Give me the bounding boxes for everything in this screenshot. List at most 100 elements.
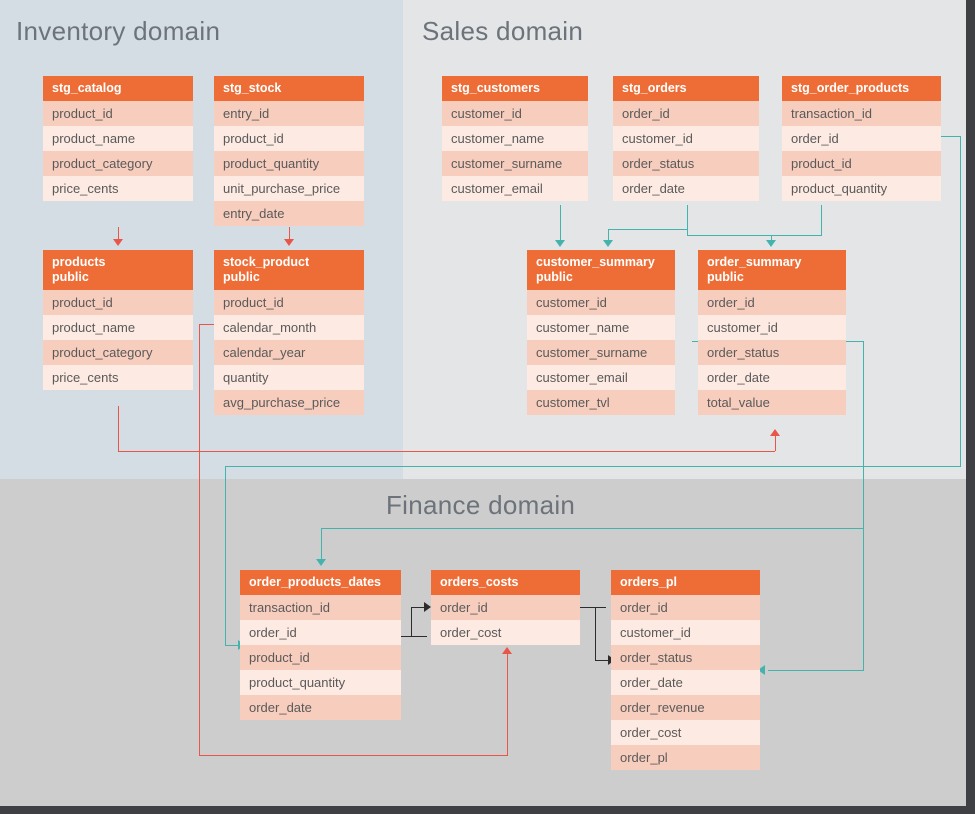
table-field: price_cents: [43, 365, 193, 390]
table-field: order_date: [698, 365, 846, 390]
entity-table-products[interactable]: products public product_id product_name …: [43, 250, 193, 390]
table-title: customer_summary: [536, 255, 655, 269]
arrowhead-stgstock-stockproduct: [284, 239, 294, 246]
connector-opd-orderscosts-v: [411, 607, 412, 637]
table-field: product_category: [43, 340, 193, 365]
connector-ordersummary-opd-h: [321, 528, 864, 529]
table-field: order_revenue: [611, 695, 760, 720]
entity-table-stock-product[interactable]: stock_product public product_id calendar…: [214, 250, 364, 415]
connector-products-ordersummary-h: [118, 451, 775, 452]
arrowhead-stockproduct-orderscosts: [502, 647, 512, 654]
table-field: order_pl: [611, 745, 760, 770]
table-header-products: products public: [43, 250, 193, 290]
table-title: orders_pl: [620, 575, 677, 589]
domain-title-sales: Sales domain: [422, 16, 584, 46]
connector-opd-orderscosts-h1: [401, 636, 427, 637]
table-title: order_products_dates: [249, 575, 381, 589]
table-field: order_status: [611, 645, 760, 670]
table-field: order_id: [698, 290, 846, 315]
entity-table-order-summary[interactable]: order_summary public order_id customer_i…: [698, 250, 846, 415]
connector-orderscosts-orderspl-v: [595, 607, 596, 661]
table-header-order-summary: order_summary public: [698, 250, 846, 290]
entity-table-stg-order-products[interactable]: stg_order_products transaction_id order_…: [782, 76, 941, 201]
table-field: order_date: [613, 176, 759, 201]
connector-products-ordersummary-v2: [775, 436, 776, 451]
connector-ordersummary-orderspl-v: [863, 341, 864, 670]
table-field: customer_email: [527, 365, 675, 390]
table-field: product_id: [43, 101, 193, 126]
table-header-customer-summary: customer_summary public: [527, 250, 675, 290]
domain-title-inventory: Inventory domain: [16, 16, 221, 46]
table-field: product_id: [43, 290, 193, 315]
entity-table-order-products-dates[interactable]: order_products_dates transaction_id orde…: [240, 570, 401, 720]
table-field: product_name: [43, 126, 193, 151]
table-field: product_id: [240, 645, 401, 670]
entity-table-stg-stock[interactable]: stg_stock entry_id product_id product_qu…: [214, 76, 364, 226]
connector-stgorderproducts-opd-v1: [960, 136, 961, 467]
table-field: calendar_year: [214, 340, 364, 365]
table-header-order-products-dates: order_products_dates: [240, 570, 401, 595]
table-field: order_cost: [431, 620, 580, 645]
table-schema: public: [223, 270, 260, 284]
entity-table-orders-costs[interactable]: orders_costs order_id order_cost: [431, 570, 580, 645]
table-title: order_summary: [707, 255, 802, 269]
table-field: order_id: [782, 126, 941, 151]
table-title: stg_order_products: [791, 81, 910, 95]
table-field: product_quantity: [214, 151, 364, 176]
table-title: stg_customers: [451, 81, 540, 95]
connector-stgorderproducts-opd-h1: [941, 136, 960, 137]
table-field: order_id: [611, 595, 760, 620]
table-field: unit_purchase_price: [214, 176, 364, 201]
connector-ordersummary-orderspl-h: [768, 670, 864, 671]
table-field: order_id: [240, 620, 401, 645]
entity-table-stg-orders[interactable]: stg_orders order_id customer_id order_st…: [613, 76, 759, 201]
table-field: price_cents: [43, 176, 193, 201]
table-field: product_quantity: [782, 176, 941, 201]
connector-stgcustomers-customersummary: [560, 205, 561, 241]
connector-stgorderproducts-ordersummary-v: [821, 205, 822, 236]
table-schema: public: [707, 270, 744, 284]
arrowhead-ordersummary-opd: [316, 559, 326, 566]
connector-stgorderproducts-opd-v2: [225, 466, 226, 646]
table-field: order_id: [613, 101, 759, 126]
connector-stgorders-ordersummary-v1: [687, 205, 688, 236]
table-field: transaction_id: [240, 595, 401, 620]
entity-table-orders-pl[interactable]: orders_pl order_id customer_id order_sta…: [611, 570, 760, 770]
table-header-stg-orders: stg_orders: [613, 76, 759, 101]
table-header-stg-catalog: stg_catalog: [43, 76, 193, 101]
connector-products-ordersummary-v1: [118, 406, 119, 451]
table-field: entry_date: [214, 201, 364, 226]
table-schema: public: [52, 270, 89, 284]
table-field: customer_tvl: [527, 390, 675, 415]
table-header-orders-costs: orders_costs: [431, 570, 580, 595]
table-field: product_id: [782, 151, 941, 176]
domain-panel-sales: [403, 0, 966, 479]
table-field: customer_id: [698, 315, 846, 340]
entity-table-stg-catalog[interactable]: stg_catalog product_id product_name prod…: [43, 76, 193, 201]
table-title: orders_costs: [440, 575, 519, 589]
table-field: customer_id: [527, 290, 675, 315]
entity-table-stg-customers[interactable]: stg_customers customer_id customer_name …: [442, 76, 588, 201]
table-header-orders-pl: orders_pl: [611, 570, 760, 595]
table-field: order_cost: [611, 720, 760, 745]
connector-stgorderproducts-opd-h2: [225, 466, 961, 467]
table-field: customer_email: [442, 176, 588, 201]
table-title: stock_product: [223, 255, 310, 269]
table-header-stock-product: stock_product public: [214, 250, 364, 290]
connector-stockproduct-orderscosts-v2: [507, 654, 508, 755]
canvas-edge-right: [966, 0, 975, 806]
connector-stockproduct-orderscosts-v1: [199, 346, 200, 755]
arrowhead-stgcustomers-customersummary: [555, 240, 565, 247]
table-field: customer_name: [442, 126, 588, 151]
table-header-stg-customers: stg_customers: [442, 76, 588, 101]
connector-merge-ordersummary-h: [687, 235, 821, 236]
canvas-edge-bottom: [0, 806, 975, 814]
table-title: stg_orders: [622, 81, 687, 95]
table-field: order_date: [240, 695, 401, 720]
arrowhead-merge-ordersummary: [766, 240, 776, 247]
diagram-canvas: Inventory domain Sales domain Finance do…: [0, 0, 975, 814]
table-field: customer_surname: [442, 151, 588, 176]
table-field: order_id: [431, 595, 580, 620]
entity-table-customer-summary[interactable]: customer_summary public customer_id cust…: [527, 250, 675, 415]
table-title: products: [52, 255, 106, 269]
